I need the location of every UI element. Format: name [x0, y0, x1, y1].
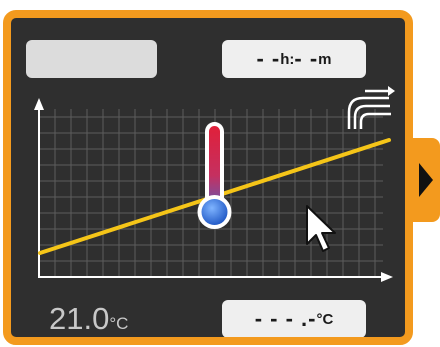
- next-arrow-icon: [419, 163, 433, 197]
- heating-curve-mode-icon[interactable]: [347, 86, 395, 129]
- next-page-tab[interactable]: [411, 138, 440, 222]
- heating-curve-panel: - - h: - - m 21.0°C - - - .- °C: [3, 10, 413, 345]
- setpoint-unit: °C: [316, 310, 334, 328]
- current-temperature-value: 21.0: [49, 301, 110, 336]
- current-temperature: 21.0°C: [49, 301, 129, 337]
- setpoint-value: - - - .-: [254, 306, 317, 331]
- x-axis-arrow: [381, 272, 393, 282]
- y-axis-arrow: [34, 98, 44, 110]
- setpoint-field[interactable]: - - - .- °C: [222, 300, 366, 337]
- current-temperature-unit: °C: [109, 314, 129, 333]
- mouse-pointer-icon: [306, 205, 336, 252]
- heating-curve-graph: [34, 86, 395, 282]
- thermometer-icon[interactable]: [197, 122, 232, 229]
